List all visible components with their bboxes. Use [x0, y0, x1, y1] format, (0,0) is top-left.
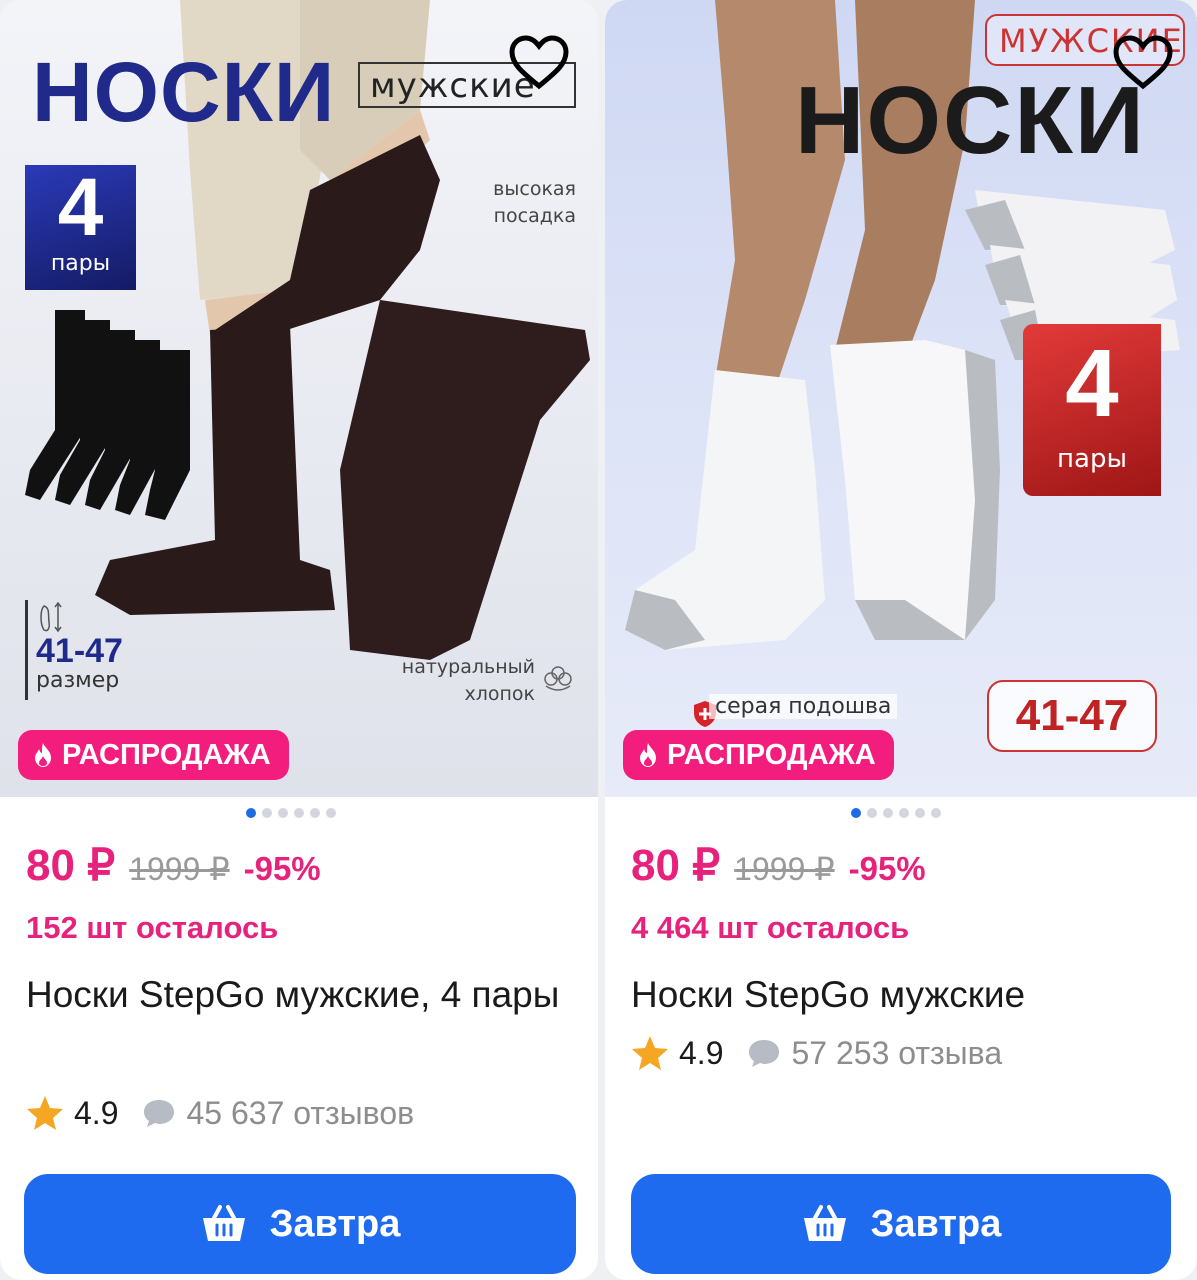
size-label: размер — [36, 668, 120, 693]
feature-note: серая подошва — [709, 694, 898, 719]
gallery-dots[interactable] — [851, 808, 941, 818]
rating-value: 4.9 — [679, 1034, 724, 1071]
sale-label: РАСПРОДАЖА — [62, 738, 271, 771]
gallery-dot[interactable] — [326, 808, 336, 818]
favorite-heart-icon[interactable] — [508, 34, 570, 92]
gallery-dot-active[interactable] — [851, 808, 861, 818]
pack-count: 4 — [57, 162, 104, 253]
size-range: 41-47 — [987, 680, 1157, 752]
pack-count: 4 — [1065, 330, 1119, 437]
comment-bubble-icon — [144, 1100, 175, 1127]
sale-badge: РАСПРОДАЖА — [18, 730, 289, 780]
gallery-dot[interactable] — [310, 808, 320, 818]
stock-remaining: 152 шт осталось — [26, 910, 279, 945]
size-block: 41-47 размер — [25, 600, 123, 700]
gallery-dot[interactable] — [278, 808, 288, 818]
rating-value: 4.9 — [74, 1094, 119, 1131]
pack-count-badge: 4 пары — [25, 165, 136, 290]
star-icon — [632, 1036, 668, 1070]
flame-icon — [35, 743, 51, 767]
feature-fit-line1: высокая — [493, 178, 576, 200]
product-card[interactable]: НОСКИ мужские 4 пары высокая посадка 41-… — [0, 0, 598, 1280]
gallery-dot[interactable] — [867, 808, 877, 818]
comment-bubble-icon — [749, 1040, 780, 1067]
buy-button-label: Завтра — [269, 1202, 401, 1245]
discount-percent: -95% — [243, 850, 321, 887]
rating-row[interactable]: 4.9 57 253 отзыва — [631, 1034, 1002, 1072]
pack-unit: пары — [50, 251, 111, 276]
buy-button-label: Завтра — [870, 1202, 1002, 1245]
promo-title: НОСКИ — [795, 67, 1146, 174]
foot-size-icon — [40, 601, 62, 633]
sale-label: РАСПРОДАЖА — [667, 738, 876, 771]
product-card[interactable]: МУЖСКИЕ НОСКИ 4 пары серая подошва 41-47 — [605, 0, 1197, 1280]
product-photo[interactable]: МУЖСКИЕ НОСКИ 4 пары серая подошва 41-47 — [605, 0, 1197, 797]
sale-badge: РАСПРОДАЖА — [623, 730, 894, 780]
pack-count-badge: 4 пары — [1023, 324, 1161, 496]
size-range: 41-47 — [36, 632, 123, 670]
price-row: 80 ₽ 1999 ₽ -95% — [631, 840, 926, 891]
flame-icon — [640, 743, 656, 767]
old-price: 1999 ₽ — [734, 851, 835, 887]
feature-cotton: натуральный хлопок — [360, 654, 535, 708]
favorite-heart-icon[interactable] — [1112, 34, 1174, 92]
current-price: 80 ₽ — [631, 841, 721, 890]
feature-cotton-line2: хлопок — [464, 683, 535, 705]
rating-row[interactable]: 4.9 45 637 отзывов — [26, 1094, 414, 1132]
feature-fit: высокая посадка — [436, 176, 576, 230]
add-to-cart-button[interactable]: Завтра — [24, 1174, 576, 1274]
stock-remaining: 4 464 шт осталось — [631, 910, 910, 945]
pack-unit: пары — [1057, 444, 1127, 474]
basket-icon — [803, 1205, 846, 1241]
product-name[interactable]: Носки StepGo мужские, 4 пары — [26, 964, 586, 1026]
price-row: 80 ₽ 1999 ₽ -95% — [26, 840, 321, 891]
gallery-dot-active[interactable] — [246, 808, 256, 818]
gallery-dot[interactable] — [899, 808, 909, 818]
product-photo[interactable]: НОСКИ мужские 4 пары высокая посадка 41-… — [0, 0, 598, 797]
cotton-icon — [544, 666, 572, 691]
basket-icon — [202, 1205, 245, 1241]
discount-percent: -95% — [848, 850, 926, 887]
gallery-dot[interactable] — [915, 808, 925, 818]
star-icon — [27, 1096, 63, 1130]
reviews-count: 57 253 отзыва — [791, 1034, 1003, 1071]
reviews-count: 45 637 отзывов — [186, 1094, 415, 1131]
feature-cotton-line1: натуральный — [401, 656, 535, 678]
current-price: 80 ₽ — [26, 841, 116, 890]
add-to-cart-button[interactable]: Завтра — [631, 1174, 1171, 1274]
promo-title: НОСКИ — [32, 45, 336, 139]
gallery-dot[interactable] — [883, 808, 893, 818]
product-name[interactable]: Носки StepGo мужские — [631, 964, 1191, 1026]
gallery-dot[interactable] — [294, 808, 304, 818]
feature-fit-line2: посадка — [493, 205, 576, 227]
gallery-dot[interactable] — [931, 808, 941, 818]
gallery-dot[interactable] — [262, 808, 272, 818]
product-grid: НОСКИ мужские 4 пары высокая посадка 41-… — [0, 0, 1197, 1280]
old-price: 1999 ₽ — [129, 851, 230, 887]
gallery-dots[interactable] — [246, 808, 336, 818]
